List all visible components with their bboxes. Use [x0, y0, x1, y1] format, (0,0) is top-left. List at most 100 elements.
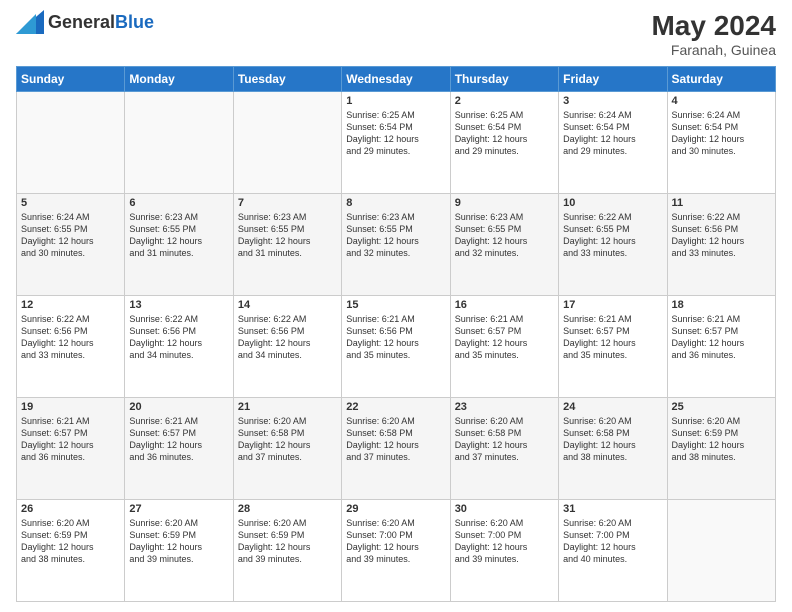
day-info: Sunrise: 6:22 AM Sunset: 6:56 PM Dayligh… [238, 313, 337, 362]
day-info: Sunrise: 6:20 AM Sunset: 6:59 PM Dayligh… [21, 517, 120, 566]
calendar-week-row: 5 Sunrise: 6:24 AM Sunset: 6:55 PM Daylig… [17, 194, 776, 296]
day-number: 15 [346, 299, 445, 311]
day-number: 26 [21, 503, 120, 515]
day-info: Sunrise: 6:20 AM Sunset: 6:58 PM Dayligh… [346, 415, 445, 464]
table-row: 27 Sunrise: 6:20 AM Sunset: 6:59 PM Dayli… [125, 500, 233, 602]
table-row: 25Sunrise: 6:20 AM Sunset: 6:59 PM Dayli… [667, 398, 775, 500]
location: Faranah, Guinea [651, 42, 776, 58]
table-row: 8 Sunrise: 6:23 AM Sunset: 6:55 PM Daylig… [342, 194, 450, 296]
day-number: 21 [238, 401, 337, 413]
table-row [125, 92, 233, 194]
logo-general: General [48, 12, 115, 32]
day-number: 28 [238, 503, 337, 515]
day-headers-row: Sunday Monday Tuesday Wednesday Thursday… [17, 67, 776, 92]
header-thursday: Thursday [450, 67, 558, 92]
day-number: 18 [672, 299, 771, 311]
calendar-week-row: 12 Sunrise: 6:22 AM Sunset: 6:56 PM Dayli… [17, 296, 776, 398]
day-info: Sunrise: 6:24 AM Sunset: 6:55 PM Dayligh… [21, 211, 120, 260]
header-tuesday: Tuesday [233, 67, 341, 92]
day-info: Sunrise: 6:23 AM Sunset: 6:55 PM Dayligh… [346, 211, 445, 260]
day-info: Sunrise: 6:25 AM Sunset: 6:54 PM Dayligh… [346, 109, 445, 158]
table-row: 24Sunrise: 6:20 AM Sunset: 6:58 PM Dayli… [559, 398, 667, 500]
day-info: Sunrise: 6:24 AM Sunset: 6:54 PM Dayligh… [563, 109, 662, 158]
page: GeneralBlue May 2024 Faranah, Guinea Sun… [0, 0, 792, 612]
day-info: Sunrise: 6:22 AM Sunset: 6:56 PM Dayligh… [672, 211, 771, 260]
table-row [667, 500, 775, 602]
header-wednesday: Wednesday [342, 67, 450, 92]
day-number: 8 [346, 197, 445, 209]
day-number: 13 [129, 299, 228, 311]
day-number: 4 [672, 95, 771, 107]
table-row [233, 92, 341, 194]
table-row: 6Sunrise: 6:23 AM Sunset: 6:55 PM Daylig… [125, 194, 233, 296]
day-info: Sunrise: 6:20 AM Sunset: 6:59 PM Dayligh… [238, 517, 337, 566]
title-block: May 2024 Faranah, Guinea [651, 10, 776, 58]
day-number: 31 [563, 503, 662, 515]
table-row: 5 Sunrise: 6:24 AM Sunset: 6:55 PM Daylig… [17, 194, 125, 296]
day-info: Sunrise: 6:22 AM Sunset: 6:55 PM Dayligh… [563, 211, 662, 260]
day-number: 11 [672, 197, 771, 209]
day-info: Sunrise: 6:22 AM Sunset: 6:56 PM Dayligh… [21, 313, 120, 362]
day-number: 29 [346, 503, 445, 515]
day-number: 16 [455, 299, 554, 311]
table-row: 29 Sunrise: 6:20 AM Sunset: 7:00 PM Dayli… [342, 500, 450, 602]
day-info: Sunrise: 6:21 AM Sunset: 6:57 PM Dayligh… [455, 313, 554, 362]
table-row: 17Sunrise: 6:21 AM Sunset: 6:57 PM Dayli… [559, 296, 667, 398]
day-info: Sunrise: 6:20 AM Sunset: 6:59 PM Dayligh… [129, 517, 228, 566]
calendar-table: Sunday Monday Tuesday Wednesday Thursday… [16, 66, 776, 602]
table-row: 3 Sunrise: 6:24 AM Sunset: 6:54 PM Daylig… [559, 92, 667, 194]
day-number: 12 [21, 299, 120, 311]
day-info: Sunrise: 6:20 AM Sunset: 7:00 PM Dayligh… [563, 517, 662, 566]
calendar-body: 1 Sunrise: 6:25 AM Sunset: 6:54 PM Daylig… [17, 92, 776, 602]
day-info: Sunrise: 6:25 AM Sunset: 6:54 PM Dayligh… [455, 109, 554, 158]
day-info: Sunrise: 6:21 AM Sunset: 6:57 PM Dayligh… [563, 313, 662, 362]
table-row: 13 Sunrise: 6:22 AM Sunset: 6:56 PM Dayli… [125, 296, 233, 398]
day-number: 10 [563, 197, 662, 209]
day-number: 22 [346, 401, 445, 413]
day-info: Sunrise: 6:23 AM Sunset: 6:55 PM Dayligh… [455, 211, 554, 260]
day-number: 9 [455, 197, 554, 209]
day-number: 1 [346, 95, 445, 107]
table-row: 23Sunrise: 6:20 AM Sunset: 6:58 PM Dayli… [450, 398, 558, 500]
logo-icon [16, 10, 44, 34]
day-number: 23 [455, 401, 554, 413]
day-number: 27 [129, 503, 228, 515]
table-row: 31 Sunrise: 6:20 AM Sunset: 7:00 PM Dayli… [559, 500, 667, 602]
day-number: 19 [21, 401, 120, 413]
day-info: Sunrise: 6:20 AM Sunset: 7:00 PM Dayligh… [346, 517, 445, 566]
day-info: Sunrise: 6:23 AM Sunset: 6:55 PM Dayligh… [129, 211, 228, 260]
table-row: 2 Sunrise: 6:25 AM Sunset: 6:54 PM Daylig… [450, 92, 558, 194]
calendar-week-row: 1 Sunrise: 6:25 AM Sunset: 6:54 PM Daylig… [17, 92, 776, 194]
table-row: 18Sunrise: 6:21 AM Sunset: 6:57 PM Dayli… [667, 296, 775, 398]
table-row [17, 92, 125, 194]
day-info: Sunrise: 6:23 AM Sunset: 6:55 PM Dayligh… [238, 211, 337, 260]
table-row: 22 Sunrise: 6:20 AM Sunset: 6:58 PM Dayli… [342, 398, 450, 500]
month-year: May 2024 [651, 10, 776, 42]
day-number: 30 [455, 503, 554, 515]
table-row: 11 Sunrise: 6:22 AM Sunset: 6:56 PM Dayli… [667, 194, 775, 296]
header-monday: Monday [125, 67, 233, 92]
header: GeneralBlue May 2024 Faranah, Guinea [16, 10, 776, 58]
table-row: 14 Sunrise: 6:22 AM Sunset: 6:56 PM Dayli… [233, 296, 341, 398]
table-row: 28 Sunrise: 6:20 AM Sunset: 6:59 PM Dayli… [233, 500, 341, 602]
table-row: 21Sunrise: 6:20 AM Sunset: 6:58 PM Dayli… [233, 398, 341, 500]
day-number: 2 [455, 95, 554, 107]
day-number: 25 [672, 401, 771, 413]
day-info: Sunrise: 6:24 AM Sunset: 6:54 PM Dayligh… [672, 109, 771, 158]
logo-blue: Blue [115, 12, 154, 32]
calendar-week-row: 26 Sunrise: 6:20 AM Sunset: 6:59 PM Dayli… [17, 500, 776, 602]
day-number: 5 [21, 197, 120, 209]
day-info: Sunrise: 6:22 AM Sunset: 6:56 PM Dayligh… [129, 313, 228, 362]
day-number: 14 [238, 299, 337, 311]
table-row: 1 Sunrise: 6:25 AM Sunset: 6:54 PM Daylig… [342, 92, 450, 194]
day-number: 3 [563, 95, 662, 107]
calendar-week-row: 19Sunrise: 6:21 AM Sunset: 6:57 PM Dayli… [17, 398, 776, 500]
table-row: 10 Sunrise: 6:22 AM Sunset: 6:55 PM Dayli… [559, 194, 667, 296]
header-saturday: Saturday [667, 67, 775, 92]
table-row: 15 Sunrise: 6:21 AM Sunset: 6:56 PM Dayli… [342, 296, 450, 398]
header-friday: Friday [559, 67, 667, 92]
header-sunday: Sunday [17, 67, 125, 92]
day-number: 7 [238, 197, 337, 209]
table-row: 9 Sunrise: 6:23 AM Sunset: 6:55 PM Daylig… [450, 194, 558, 296]
day-info: Sunrise: 6:21 AM Sunset: 6:56 PM Dayligh… [346, 313, 445, 362]
